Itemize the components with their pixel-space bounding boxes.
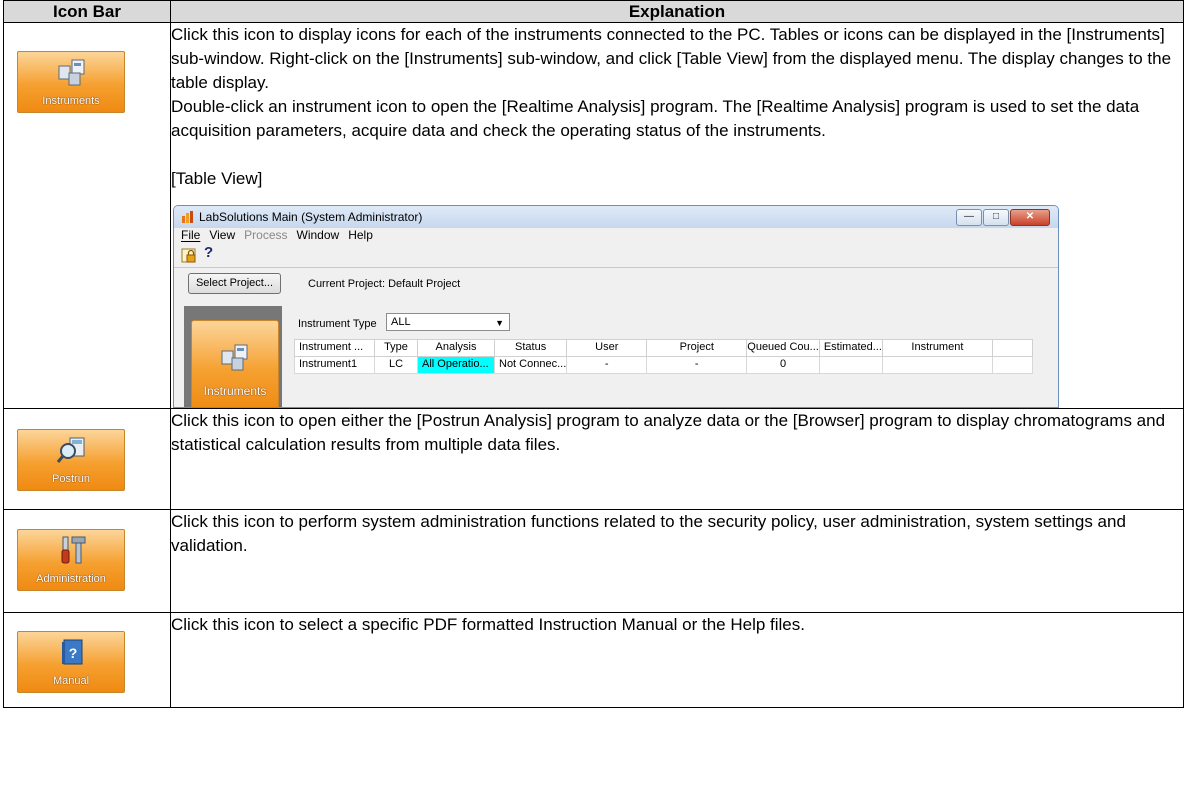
grid-column-header[interactable]: Type: [374, 339, 418, 357]
postrun-icon-label: Postrun: [52, 473, 90, 485]
select-project-button[interactable]: Select Project...: [188, 273, 281, 294]
grid-cell[interactable]: -: [566, 356, 648, 374]
column-header-explanation: Explanation: [170, 0, 1184, 23]
grid-cell-empty: [991, 356, 1033, 374]
table-row: Administration Click this icon to perfor…: [3, 509, 1184, 613]
labsolutions-window-screenshot: LabSolutions Main (System Administrator)…: [173, 205, 1059, 408]
icon-cell: ? Manual: [3, 612, 171, 708]
tools-icon: [61, 536, 86, 564]
close-button[interactable]: ✕: [1010, 209, 1050, 226]
icon-bar-table: Icon Bar Explanation Instruments Click t…: [3, 0, 1184, 708]
table-row: ? Manual Click this icon to select a spe…: [3, 612, 1184, 708]
table-row[interactable]: Instrument1 LC All Operatio... Not Conne…: [294, 356, 1033, 374]
table-header-row: Icon Bar Explanation: [3, 0, 1184, 23]
instruments-icon[interactable]: Instruments: [191, 320, 279, 407]
window-controls: — □ ✕: [956, 209, 1050, 226]
window-titlebar: LabSolutions Main (System Administrator)…: [174, 206, 1058, 228]
instruments-icon-label: Instruments: [203, 384, 267, 398]
instruments-glyph-icon: [221, 344, 248, 371]
instrument-type-value: ALL: [391, 316, 411, 328]
current-project-label: Current Project: Default Project: [308, 278, 461, 290]
menu-file[interactable]: File: [181, 228, 200, 245]
explanation-cell: Click this icon to perform system admini…: [170, 509, 1184, 613]
explanation-paragraph: Click this icon to open either the [Post…: [171, 411, 1166, 454]
postrun-icon[interactable]: Postrun: [17, 429, 125, 491]
minimize-button[interactable]: —: [956, 209, 982, 226]
instruments-grid: Instrument ... Type Analysis Status User…: [294, 339, 1033, 374]
svg-text:?: ?: [69, 645, 78, 661]
table-row: Instruments Click this icon to display i…: [3, 22, 1184, 409]
table-view-subheading: [Table View]: [171, 169, 263, 188]
instrument-type-select[interactable]: ALL ▼: [386, 313, 510, 331]
grid-cell[interactable]: LC: [374, 356, 418, 374]
explanation-cell: Click this icon to select a specific PDF…: [170, 612, 1184, 708]
menu-bar: File View Process Window Help: [174, 228, 1058, 245]
grid-column-header-empty: [991, 339, 1033, 357]
grid-cell-analysis[interactable]: All Operatio...: [417, 356, 495, 374]
administration-icon[interactable]: Administration: [17, 529, 125, 591]
grid-column-header[interactable]: Analysis: [417, 339, 495, 357]
instruments-icon-label: Instruments: [42, 95, 100, 107]
grid-cell[interactable]: [881, 356, 993, 374]
grid-column-header[interactable]: Instrument: [881, 339, 993, 357]
help-book-icon: ?: [62, 639, 83, 665]
icon-cell: Instruments: [3, 22, 171, 409]
instruments-icon[interactable]: Instruments: [17, 51, 125, 113]
grid-column-header[interactable]: Estimated...: [818, 339, 883, 357]
icon-cell: Postrun: [3, 408, 171, 510]
lock-icon[interactable]: [181, 248, 197, 264]
window-title: LabSolutions Main (System Administrator): [199, 210, 423, 224]
grid-cell[interactable]: -: [646, 356, 748, 374]
grid-column-header[interactable]: Queued Cou...: [746, 339, 820, 357]
menu-window[interactable]: Window: [297, 228, 340, 245]
grid-header-row: Instrument ... Type Analysis Status User…: [294, 339, 1033, 357]
explanation-paragraph: Double-click an instrument icon to open …: [171, 97, 1140, 140]
explanation-cell: Click this icon to display icons for eac…: [170, 22, 1184, 409]
chevron-down-icon: ▼: [495, 318, 504, 328]
help-icon[interactable]: ?: [204, 245, 213, 260]
maximize-button[interactable]: □: [983, 209, 1009, 226]
grid-cell[interactable]: [818, 356, 883, 374]
explanation-cell: Click this icon to open either the [Post…: [170, 408, 1184, 510]
explanation-paragraph: Click this icon to perform system admini…: [171, 512, 1126, 555]
icon-bar-panel: Instruments: [184, 306, 282, 407]
explanation-paragraph: Click this icon to display icons for eac…: [171, 25, 1172, 92]
grid-column-header[interactable]: Instrument ...: [294, 339, 375, 357]
grid-column-header[interactable]: Status: [493, 339, 568, 357]
magnifier-calculator-icon: [56, 437, 85, 463]
grid-cell[interactable]: 0: [746, 356, 820, 374]
explanation-paragraph: Click this icon to select a specific PDF…: [171, 615, 805, 634]
table-row: Postrun Click this icon to open either t…: [3, 408, 1184, 510]
grid-column-header[interactable]: User: [566, 339, 648, 357]
icon-cell: Administration: [3, 509, 171, 613]
grid-cell[interactable]: Instrument1: [294, 356, 375, 374]
toolbar: ?: [174, 245, 1058, 268]
grid-cell[interactable]: Not Connec...: [493, 356, 568, 374]
manual-icon[interactable]: ? Manual: [17, 631, 125, 693]
grid-column-header[interactable]: Project: [646, 339, 748, 357]
manual-icon-label: Manual: [52, 675, 90, 687]
instruments-glyph-icon: [58, 59, 85, 86]
labsolutions-app-icon: [182, 211, 193, 223]
instrument-type-label: Instrument Type: [298, 318, 377, 330]
column-header-icon-bar: Icon Bar: [3, 0, 171, 23]
menu-view[interactable]: View: [209, 228, 235, 245]
menu-help[interactable]: Help: [348, 228, 373, 245]
menu-process[interactable]: Process: [244, 228, 287, 245]
administration-icon-label: Administration: [36, 573, 106, 585]
